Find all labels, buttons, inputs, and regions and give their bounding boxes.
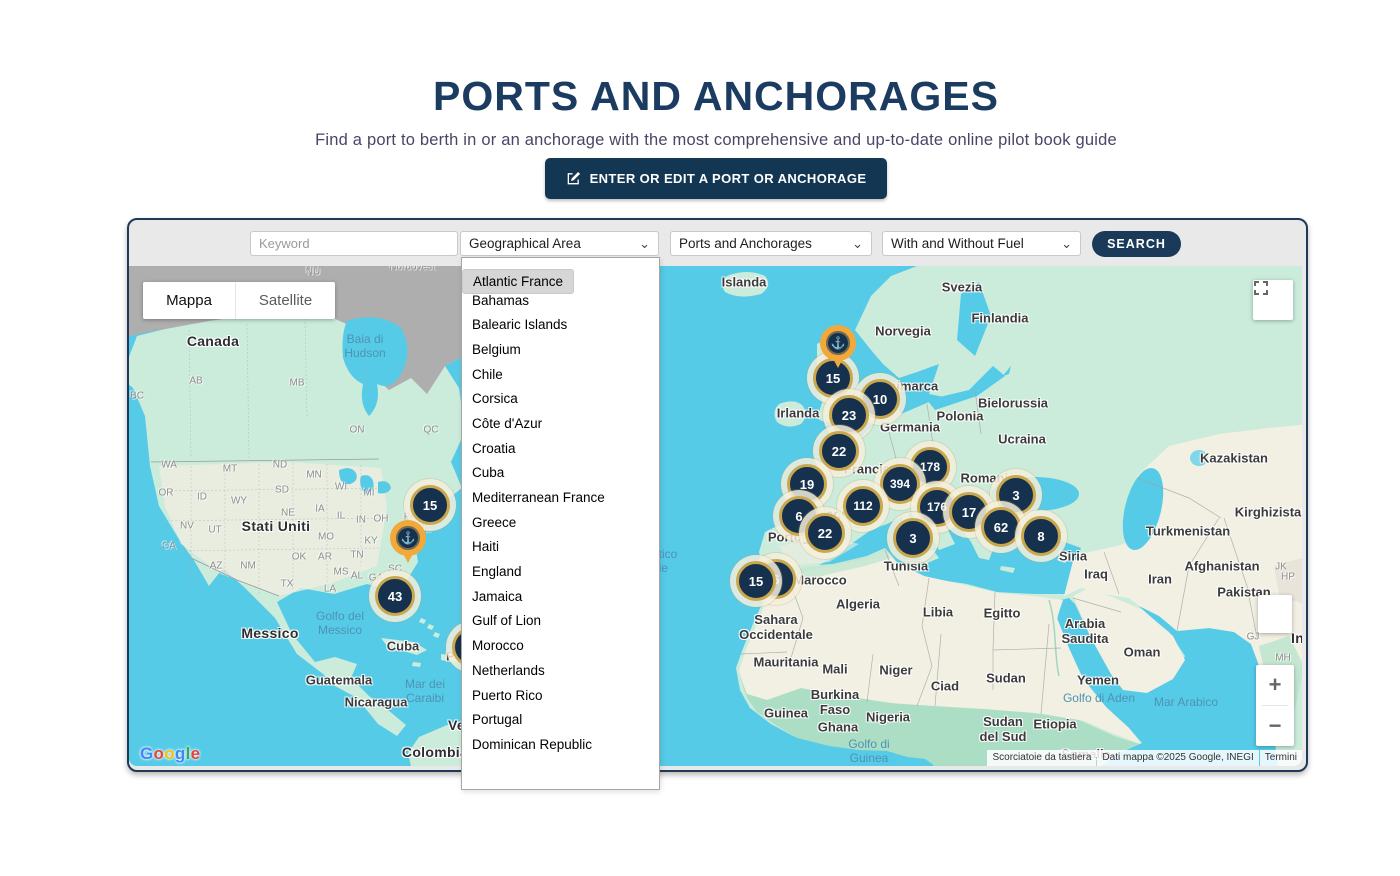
geo-option[interactable]: Mediterranean France	[462, 485, 659, 510]
geo-option[interactable]: Portugal	[462, 707, 659, 732]
search-button[interactable]: SEARCH	[1092, 231, 1181, 257]
geo-option[interactable]: Chile	[462, 362, 659, 387]
cluster-marker[interactable]: 43	[369, 570, 421, 622]
google-logo[interactable]: Google	[140, 744, 200, 764]
map-type-button-satellite[interactable]: Satellite	[235, 282, 335, 319]
street-view-control[interactable]	[1258, 595, 1292, 633]
keyword-input[interactable]	[250, 231, 458, 256]
chevron-down-icon: ⌄	[639, 239, 650, 249]
cluster-marker[interactable]: 15	[730, 555, 782, 607]
fullscreen-button[interactable]	[1253, 280, 1293, 320]
geo-option[interactable]: Jamaica	[462, 584, 659, 609]
enter-or-edit-port-button[interactable]: ENTER OR EDIT A PORT OR ANCHORAGE	[545, 158, 887, 199]
terms-link[interactable]: Termini	[1260, 750, 1302, 766]
port-pin-marker[interactable]: ⚓	[820, 325, 856, 361]
map-card: Geographical Area ⌄ Ports and Anchorages…	[127, 218, 1308, 772]
enter-or-edit-port-label: ENTER OR EDIT A PORT OR ANCHORAGE	[590, 171, 867, 186]
map-type-button-map[interactable]: Mappa	[143, 282, 235, 319]
geo-option[interactable]: England	[462, 559, 659, 584]
cluster-marker[interactable]: 3	[887, 512, 939, 564]
cluster-marker[interactable]: 8	[1015, 510, 1067, 562]
geo-dropdown: AlbaniaBahamasBalearic IslandsBelgiumChi…	[461, 257, 660, 790]
geo-option[interactable]: Balearic Islands	[462, 312, 659, 337]
geo-option[interactable]: Côte d'Azur	[462, 411, 659, 436]
ports-anchorages-select[interactable]: Ports and Anchorages ⌄	[670, 231, 872, 256]
page-title: PORTS AND ANCHORAGES	[433, 73, 999, 120]
map-data-attribution: Dati mappa ©2025 Google, INEGI	[1097, 750, 1258, 766]
map-markers-layer: 154315102322178193943112176176622238615⚓…	[129, 266, 1302, 766]
page-subtitle: Find a port to berth in or an anchorage …	[315, 131, 1117, 150]
map-type-control: Mappa Satellite	[143, 282, 335, 319]
geo-option[interactable]: Cuba	[462, 461, 659, 486]
geo-option[interactable]: Puerto Rico	[462, 683, 659, 708]
keyboard-shortcuts-link[interactable]: Scorciatoie da tastiera	[987, 750, 1096, 766]
fuel-value: With and Without Fuel	[891, 236, 1024, 251]
zoom-control: + −	[1256, 665, 1294, 746]
geographical-area-value: Geographical Area	[469, 236, 581, 251]
geo-option[interactable]: Haiti	[462, 535, 659, 560]
geo-option[interactable]: Gulf of Lion	[462, 609, 659, 634]
geo-option[interactable]: Dominican Republic	[462, 732, 659, 757]
geo-option[interactable]: Corsica	[462, 386, 659, 411]
port-pin-marker[interactable]: ⚓	[390, 520, 426, 556]
geo-option[interactable]: Belgium	[462, 337, 659, 362]
ports-anchorages-page: PORTS AND ANCHORAGES Find a port to bert…	[0, 0, 1400, 876]
geo-option[interactable]: Croatia	[462, 436, 659, 461]
cluster-marker[interactable]: 22	[799, 507, 851, 559]
geographical-area-select[interactable]: Geographical Area ⌄	[460, 231, 659, 256]
geo-option[interactable]: Morocco	[462, 633, 659, 658]
geo-option[interactable]: Netherlands	[462, 658, 659, 683]
filter-bar: Geographical Area ⌄ Ports and Anchorages…	[129, 220, 1306, 266]
pencil-square-icon	[566, 171, 581, 186]
chevron-down-icon: ⌄	[1061, 239, 1072, 249]
zoom-in-button[interactable]: +	[1256, 665, 1294, 705]
zoom-out-button[interactable]: −	[1256, 706, 1294, 746]
ports-anchorages-value: Ports and Anchorages	[679, 236, 812, 251]
map-attribution: Scorciatoie da tastiera Dati mappa ©2025…	[987, 750, 1302, 766]
fullscreen-icon	[1253, 280, 1269, 296]
fuel-select[interactable]: With and Without Fuel ⌄	[882, 231, 1081, 256]
google-map[interactable]: CanadaStati UnitiMessicoColombiaVenezuel…	[129, 266, 1302, 766]
chevron-down-icon: ⌄	[852, 239, 863, 249]
geo-option[interactable]: Greece	[462, 510, 659, 535]
geo-option[interactable]: Atlantic France	[462, 269, 574, 294]
